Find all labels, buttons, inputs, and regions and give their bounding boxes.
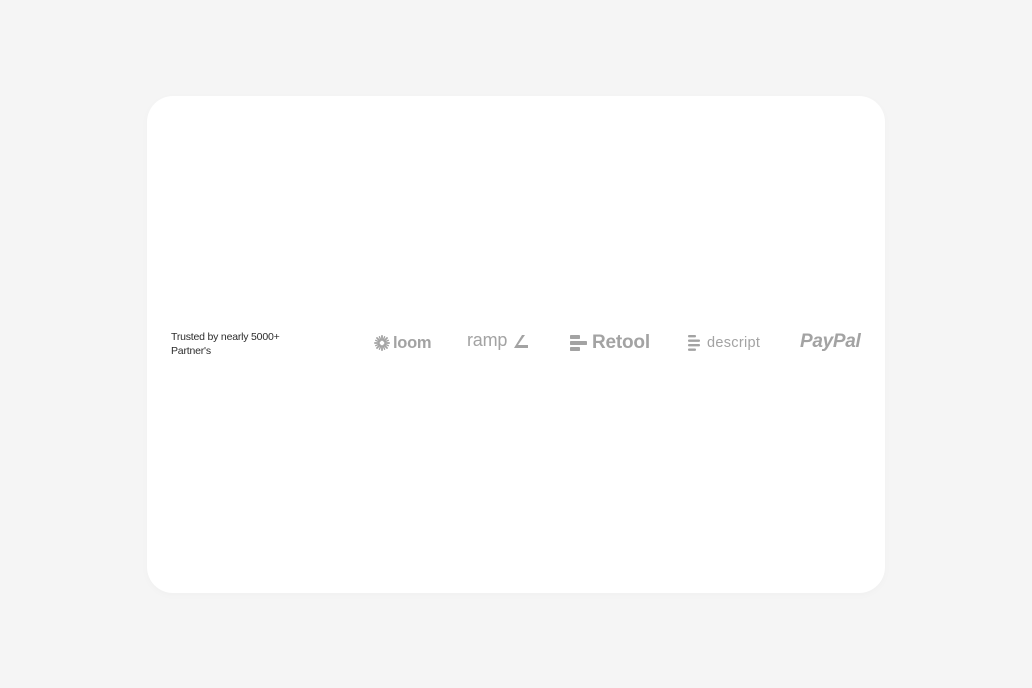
retool-logo: Retool (570, 332, 650, 353)
loom-starburst-icon (374, 335, 390, 351)
ramp-arrow-icon (507, 335, 529, 349)
descript-logo: descript (688, 334, 760, 352)
paypal-wordmark: PayPal (800, 331, 861, 352)
ramp-wordmark: ramp (467, 330, 508, 350)
retool-bars-icon (570, 335, 587, 351)
retool-wordmark: Retool (592, 332, 650, 353)
descript-wordmark: descript (707, 335, 761, 351)
descript-lines-icon (688, 335, 702, 351)
paypal-logo: PayPal (800, 331, 861, 352)
trusted-by-text: Trusted by nearly 5000+ Partner's (171, 331, 280, 357)
loom-logo: loom (374, 333, 432, 352)
loom-wordmark: loom (393, 333, 432, 352)
ramp-logo: ramp (467, 330, 529, 352)
partners-card: Trusted by nearly 5000+ Partner's loom r… (147, 96, 885, 593)
